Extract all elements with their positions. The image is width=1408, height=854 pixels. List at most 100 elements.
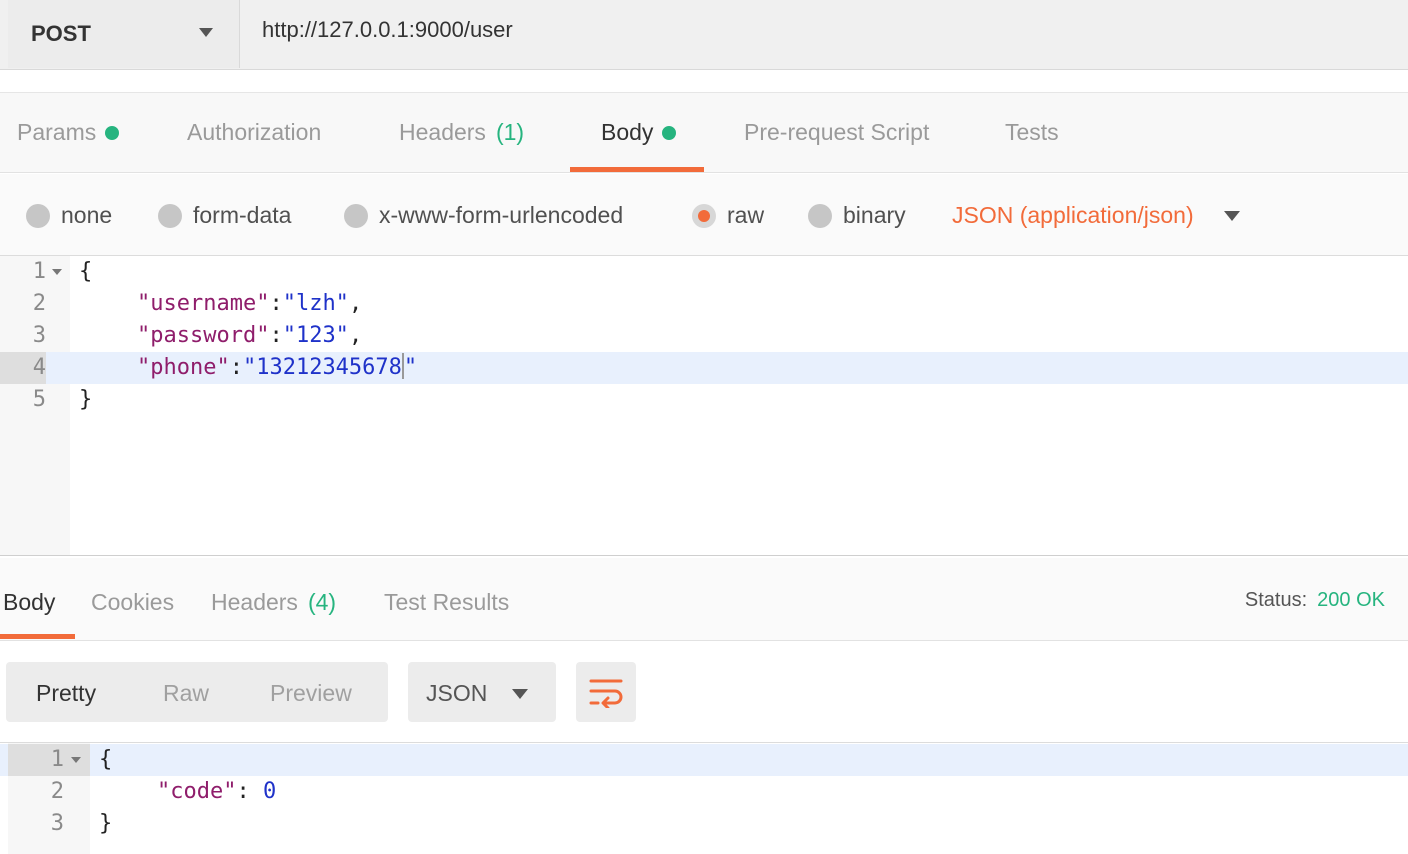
code-text: "username":"lzh", [137,288,362,320]
code-text: "phone":"13212345678" [137,352,417,384]
code-line: 5 } [0,384,1408,416]
chevron-down-icon [199,28,213,37]
radio-form-data-circle[interactable] [158,203,182,228]
method-label: POST [31,21,91,46]
json-key: "phone" [137,355,230,380]
method-select[interactable]: POST [8,0,240,68]
body-mode-bar: none form-data x-www-form-urlencoded raw… [0,174,1408,256]
radio-binary[interactable]: binary [808,202,906,229]
line-number: 2 [32,291,46,316]
response-body-viewer[interactable]: 1 { 2 "code": 0 3 } [0,742,1408,854]
json-comma: , [348,323,363,348]
json-colon: : [229,355,243,380]
tab-pre-request-script-label: Pre-request Script [744,119,930,145]
resp-tab-test-results[interactable]: Test Results [384,589,509,616]
view-mode-toggle: Pretty Raw Preview [6,662,388,722]
json-colon: : [269,323,283,348]
code-line-active: 4 "phone":"13212345678" [0,352,1408,384]
json-colon: : [269,291,283,316]
chevron-down-icon [1223,210,1240,221]
code-line: 3 "password":"123", [0,320,1408,352]
response-tabs: Body Cookies Headers (4) Test Results Sta… [0,558,1408,641]
radio-urlencoded[interactable]: x-www-form-urlencoded [344,202,623,229]
tab-params[interactable]: Params [17,93,120,172]
tab-headers[interactable]: Headers (1) [399,93,524,172]
code-text: "password":"123", [137,320,362,352]
tab-authorization-label: Authorization [187,119,322,145]
format-label: JSON [426,680,488,706]
content-type-label: JSON (application/json) [952,202,1194,228]
resp-tab-headers-label: Headers [211,589,298,615]
status-label: Status: [1244,589,1308,611]
tab-body[interactable]: Body [569,93,706,172]
json-key: "password" [137,323,270,348]
content-type-select[interactable]: JSON (application/json) [952,202,1240,229]
radio-none[interactable]: none [26,202,112,229]
radio-form-data[interactable]: form-data [158,202,291,229]
json-quote: " [403,355,418,380]
wrap-lines-button[interactable] [576,662,636,722]
tab-pre-request-script[interactable]: Pre-request Script [744,93,929,172]
tab-tests[interactable]: Tests [1005,93,1059,172]
tab-authorization[interactable]: Authorization [187,93,321,172]
code-text: } [79,387,93,412]
url-input[interactable]: http://127.0.0.1:9000/user [262,17,513,43]
json-value: "lzh" [282,291,349,316]
wrap-lines-icon [589,679,623,708]
view-preview-button[interactable]: Preview [270,680,352,707]
tab-headers-label: Headers [399,119,486,145]
code-text: } [99,811,113,836]
fold-arrow-icon[interactable] [52,269,62,275]
url-bar: POST http://127.0.0.1:9000/user [0,0,1408,70]
radio-raw-label: raw [727,202,765,228]
radio-form-data-label: form-data [193,202,292,228]
radio-none-label: none [61,202,113,228]
request-body-editor[interactable]: 1 { 2 "username":"lzh", 3 "password":"12… [0,256,1408,556]
json-key: "code" [157,779,237,804]
code-line: 3 } [0,808,1408,840]
line-number: 3 [32,323,46,348]
radio-raw[interactable]: raw [692,202,764,229]
radio-raw-circle[interactable] [692,203,716,228]
code-text: "code": 0 [157,776,276,808]
radio-urlencoded-label: x-www-form-urlencoded [379,202,624,228]
format-select[interactable]: JSON [408,662,556,722]
json-value: "13212345678 [242,355,402,380]
json-comma: , [348,291,363,316]
response-toolbar: Pretty Raw Preview JSON [0,642,1408,742]
json-value: 0 [262,779,277,804]
chevron-down-icon [512,689,528,699]
view-raw-button[interactable]: Raw [163,680,209,707]
params-indicator-dot [105,125,120,140]
line-number: 5 [32,387,46,412]
line-number: 4 [0,352,46,384]
json-value: "123" [282,323,349,348]
code-text: { [79,259,93,284]
request-tabs: Params Authorization Headers (1) Body Pr… [0,92,1408,173]
json-key: "username" [137,291,270,316]
resp-tab-cookies[interactable]: Cookies [91,589,174,616]
code-text: { [99,747,113,772]
code-line: 2 "code": 0 [0,776,1408,808]
resp-tab-headers[interactable]: Headers (4) [211,589,336,616]
radio-urlencoded-circle[interactable] [344,203,368,228]
radio-binary-label: binary [843,202,906,228]
code-line: 2 "username":"lzh", [0,288,1408,320]
resp-tab-body[interactable]: Body [0,589,76,639]
fold-arrow-icon[interactable] [71,757,81,763]
code-line-active: 1 { [0,744,1408,776]
tab-params-label: Params [17,119,97,145]
tab-tests-label: Tests [1005,119,1059,145]
headers-count: (1) [495,119,525,145]
line-number: 1 [32,259,46,284]
json-colon: : [236,779,263,804]
status-value: 200 OK [1317,589,1385,611]
body-indicator-dot [662,125,677,140]
resp-headers-count: (4) [307,589,337,615]
radio-none-circle[interactable] [26,203,50,228]
status-badge: Status: 200 OK [1245,589,1385,612]
line-number: 2 [50,779,64,804]
view-pretty-button[interactable]: Pretty [36,680,96,707]
radio-binary-circle[interactable] [808,203,832,228]
code-line: 1 { [0,256,1408,288]
